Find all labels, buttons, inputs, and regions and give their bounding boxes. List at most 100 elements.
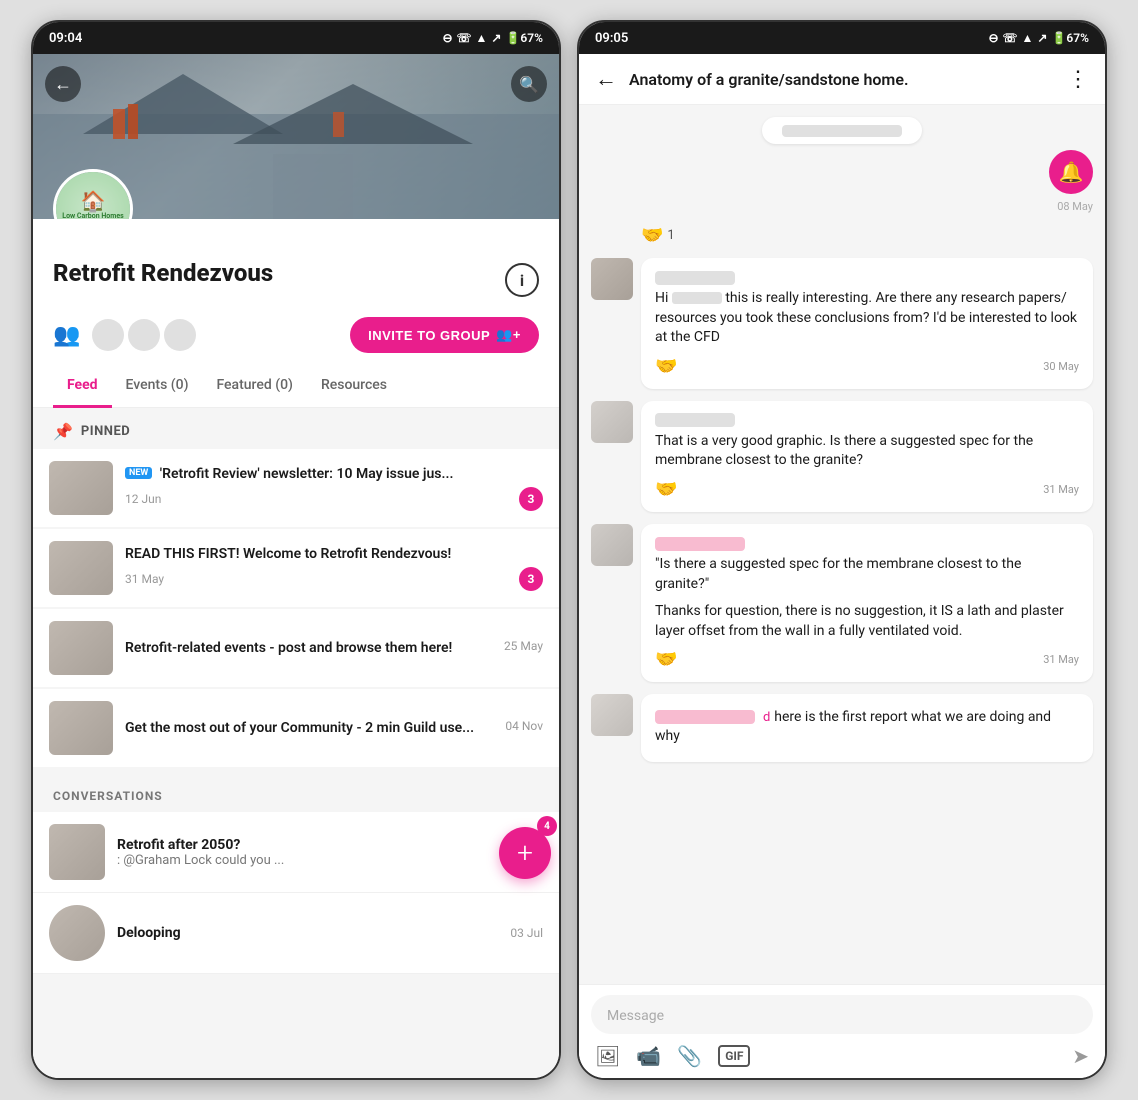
- search-button[interactable]: 🔍: [511, 66, 547, 102]
- video-icon[interactable]: 📹: [636, 1044, 661, 1068]
- gif-button[interactable]: GIF: [718, 1045, 750, 1067]
- msg-sender-1: [655, 270, 1079, 285]
- msg-date-3: 31 May: [1043, 653, 1079, 666]
- message-1: Hi this is really interesting. Are there…: [591, 258, 1093, 389]
- feed-item-date: 31 May: [125, 572, 164, 586]
- left-content: ← 🔍 🏠 Low Carbon Homes All for retrofit …: [33, 54, 559, 1078]
- status-icons-right: ⊖ ☏ ▲ ↗ 🔋67%: [988, 31, 1089, 45]
- msg-sender-3: [655, 536, 1079, 551]
- status-bar-left: 09:04 ⊖ ☏ ▲ ↗ 🔋67%: [33, 22, 559, 54]
- msg-date-2: 31 May: [1043, 483, 1079, 496]
- tabs: Feed Events (0) Featured (0) Resources: [33, 365, 559, 408]
- invite-to-group-button[interactable]: INVITE TO GROUP 👥+: [350, 317, 539, 353]
- conversation-item-2[interactable]: Delooping 03 Jul: [33, 893, 559, 974]
- message-4: d here is the first report what we are d…: [591, 694, 1093, 762]
- conversations-section: CONVERSATIONS: [33, 769, 559, 812]
- message-placeholder: Message: [607, 1008, 664, 1024]
- reaction-emoji: 🤝: [641, 225, 663, 246]
- right-content: ← Anatomy of a granite/sandstone home. ⋮…: [579, 54, 1105, 1078]
- status-bar-right: 09:05 ⊖ ☏ ▲ ↗ 🔋67%: [579, 22, 1105, 54]
- group-info: Retrofit Rendezvous i: [33, 219, 559, 309]
- conversations-label: CONVERSATIONS: [53, 789, 163, 803]
- msg-bubble-4[interactable]: d here is the first report what we are d…: [641, 694, 1093, 762]
- send-button[interactable]: ➤: [1072, 1044, 1089, 1068]
- group-title: Retrofit Rendezvous: [53, 259, 273, 287]
- alarm-button[interactable]: 🔔: [1049, 150, 1093, 194]
- conv-avatar: [49, 905, 105, 961]
- reaction-count: 1: [667, 228, 674, 243]
- image-icon[interactable]: 🖼: [595, 1044, 620, 1068]
- left-phone: 09:04 ⊖ ☏ ▲ ↗ 🔋67%: [31, 20, 561, 1080]
- input-actions: 🖼 📹 📎 GIF ➤: [591, 1044, 1093, 1068]
- hero-image: ← 🔍 🏠 Low Carbon Homes All for retrofit: [33, 54, 559, 219]
- msg-text-3b: Thanks for question, there is no suggest…: [655, 602, 1079, 641]
- feed-item-date: 04 Nov: [505, 719, 543, 733]
- conversation-item-1[interactable]: Retrofit after 2050? : @Graham Lock coul…: [33, 812, 559, 893]
- tab-resources[interactable]: Resources: [307, 365, 401, 408]
- chat-messages: 🔔 08 May 🤝 1 Hi this is r: [579, 105, 1105, 984]
- date-label-08may: 08 May: [591, 200, 1093, 213]
- reaction-emoji-3: 🤝: [655, 479, 677, 500]
- msg-text-1: Hi this is really interesting. Are there…: [655, 289, 1079, 348]
- msg-bubble-1[interactable]: Hi this is really interesting. Are there…: [641, 258, 1093, 389]
- feed-thumbnail: [49, 541, 113, 595]
- unread-badge: 3: [519, 567, 543, 591]
- back-button[interactable]: ←: [45, 66, 81, 102]
- feed-item-date: 12 Jun: [125, 492, 161, 506]
- pinned-item-3[interactable]: Retrofit-related events - post and brows…: [33, 609, 559, 687]
- chat-more-button[interactable]: ⋮: [1067, 67, 1089, 92]
- message-2: That is a very good graphic. Is there a …: [591, 401, 1093, 512]
- feed-thumbnail: [49, 461, 113, 515]
- msg-date-1: 30 May: [1043, 360, 1079, 373]
- fab-badge: 4: [537, 816, 557, 836]
- conv-title: Delooping: [117, 925, 498, 941]
- time-right: 09:05: [595, 31, 628, 46]
- pinned-item-4[interactable]: Get the most out of your Community - 2 m…: [33, 689, 559, 767]
- unread-badge: 3: [519, 487, 543, 511]
- conv-thumbnail: [49, 824, 105, 880]
- msg-sender-2: [655, 413, 1079, 428]
- info-button[interactable]: i: [505, 263, 539, 297]
- attachment-icon[interactable]: 📎: [677, 1044, 702, 1068]
- member-avatars: [92, 319, 338, 351]
- feed-item-date: 25 May: [504, 639, 543, 653]
- feed-content: 📌 PINNED NEW 'Retrofit Review' newslette…: [33, 408, 559, 1078]
- status-icons-left: ⊖ ☏ ▲ ↗ 🔋67%: [442, 31, 543, 45]
- members-icon: 👥: [53, 323, 80, 348]
- time-left: 09:04: [49, 31, 82, 46]
- pinned-item-1[interactable]: NEW 'Retrofit Review' newsletter: 10 May…: [33, 449, 559, 527]
- right-phone: 09:05 ⊖ ☏ ▲ ↗ 🔋67% ← Anatomy of a granit…: [577, 20, 1107, 1080]
- feed-item-title: READ THIS FIRST! Welcome to Retrofit Ren…: [125, 545, 543, 563]
- chat-header: ← Anatomy of a granite/sandstone home. ⋮: [579, 54, 1105, 105]
- invite-row: 👥 INVITE TO GROUP 👥+: [33, 309, 559, 365]
- reaction-emoji-2: 🤝: [655, 356, 677, 377]
- msg-bubble-3[interactable]: "Is there a suggested spec for the membr…: [641, 524, 1093, 682]
- feed-item-title: NEW 'Retrofit Review' newsletter: 10 May…: [125, 465, 543, 483]
- chat-back-button[interactable]: ←: [595, 66, 617, 92]
- pinned-item-2[interactable]: READ THIS FIRST! Welcome to Retrofit Ren…: [33, 529, 559, 607]
- message-input-wrap[interactable]: Message: [591, 995, 1093, 1034]
- tab-events[interactable]: Events (0): [112, 365, 203, 408]
- msg-avatar-3: [591, 524, 633, 566]
- pinned-label: PINNED: [81, 424, 130, 439]
- feed-thumbnail: [49, 701, 113, 755]
- conversation-item-1-wrap: Retrofit after 2050? : @Graham Lock coul…: [33, 812, 559, 893]
- msg-bubble-2[interactable]: That is a very good graphic. Is there a …: [641, 401, 1093, 512]
- feed-thumbnail: [49, 621, 113, 675]
- reaction-row-1: 🤝 1: [591, 225, 1093, 246]
- pinned-section-header: 📌 PINNED: [33, 408, 559, 449]
- pin-icon: 📌: [53, 422, 73, 441]
- date-bubble: [762, 117, 922, 144]
- chat-input-area: Message 🖼 📹 📎 GIF ➤: [579, 984, 1105, 1078]
- msg-text-3: "Is there a suggested spec for the membr…: [655, 555, 1079, 594]
- chat-title: Anatomy of a granite/sandstone home.: [629, 70, 1055, 89]
- msg-avatar-1: [591, 258, 633, 300]
- tab-feed[interactable]: Feed: [53, 365, 112, 408]
- msg-avatar-4: [591, 694, 633, 736]
- conv-preview: : @Graham Lock could you ...: [117, 853, 377, 868]
- member-avatar: [128, 319, 160, 351]
- tab-featured[interactable]: Featured (0): [202, 365, 306, 408]
- msg-text-2: That is a very good graphic. Is there a …: [655, 432, 1079, 471]
- member-avatar: [92, 319, 124, 351]
- member-avatar: [164, 319, 196, 351]
